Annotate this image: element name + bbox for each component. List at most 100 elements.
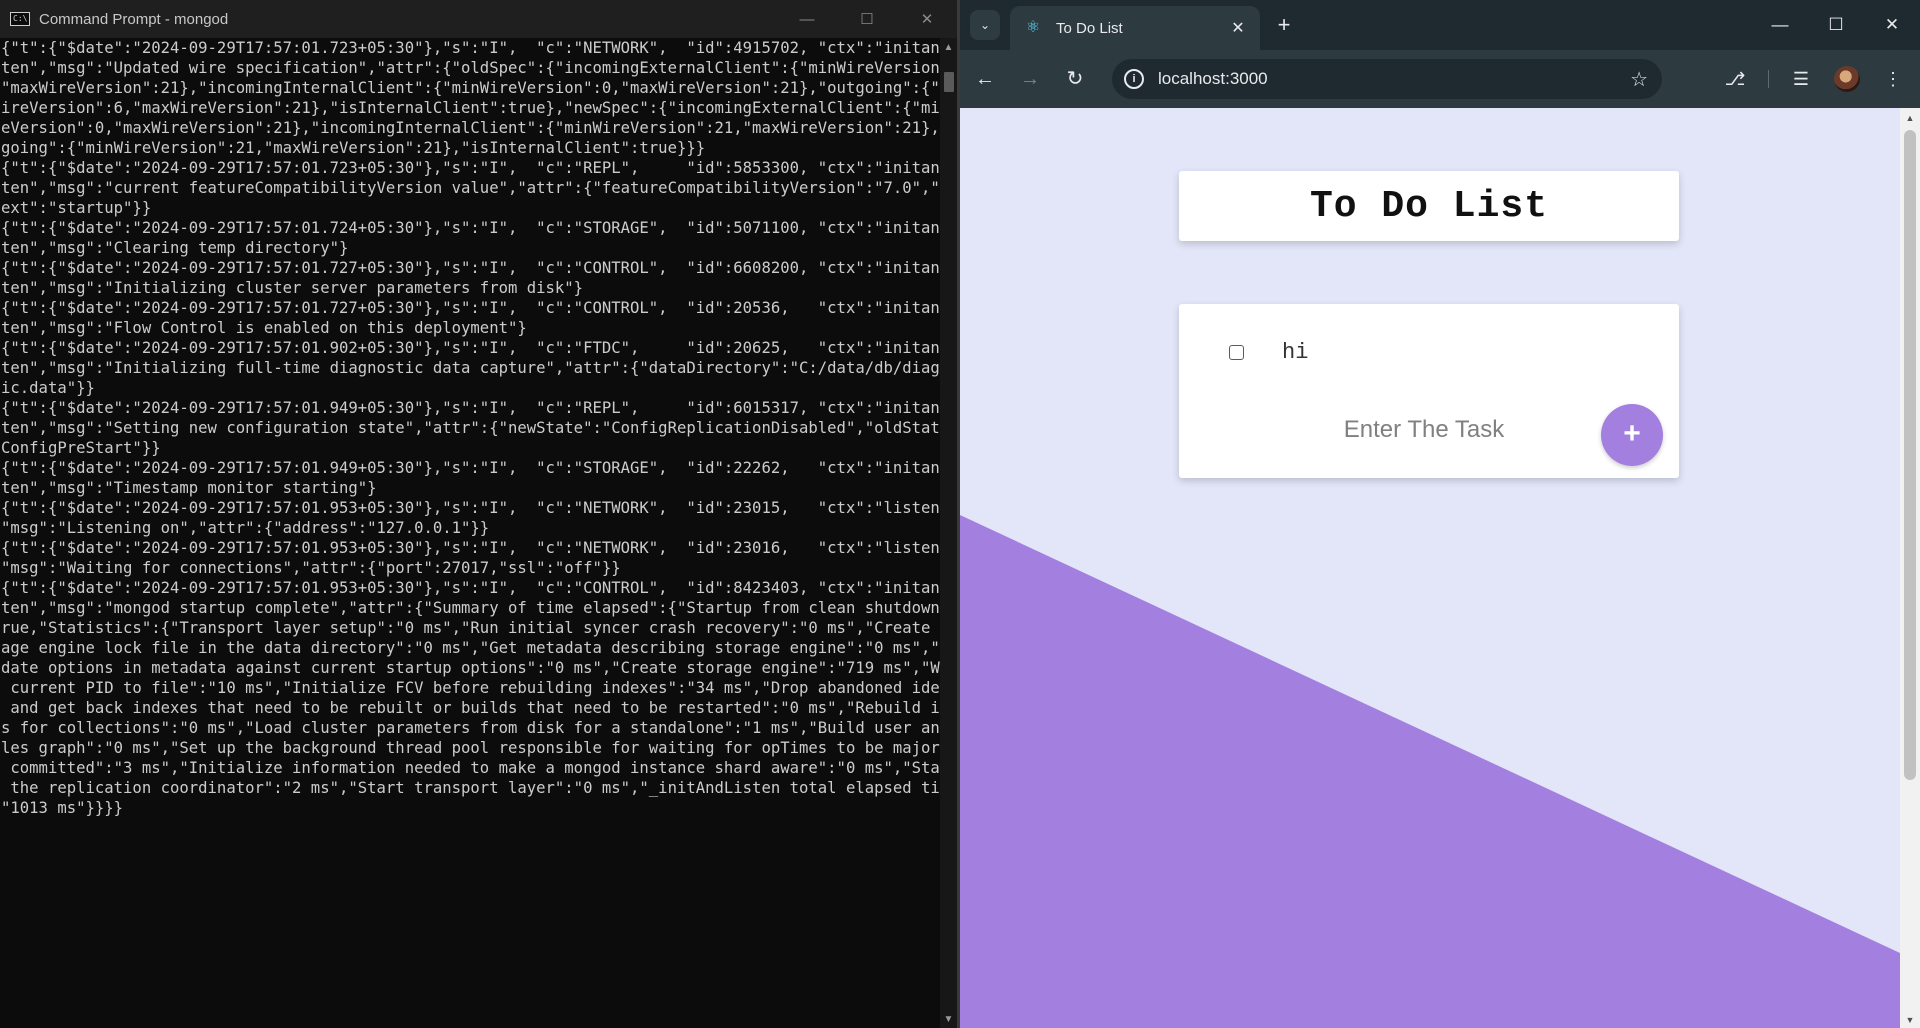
- tab-todo[interactable]: ⚛ To Do List ✕: [1010, 6, 1260, 50]
- browser-window: ⌄ ⚛ To Do List ✕ + — ☐ ✕ ← → ↻ i localho…: [960, 0, 1920, 1028]
- console-line: s for collections":"0 ms","Load cluster …: [1, 719, 978, 737]
- console-line: date options in metadata against current…: [1, 659, 978, 677]
- extensions-icon[interactable]: ⎇: [1722, 66, 1748, 92]
- close-icon: ✕: [920, 11, 934, 28]
- task-card: hi +: [1179, 304, 1679, 478]
- minimize-icon: —: [1771, 15, 1789, 34]
- close-button[interactable]: ✕: [897, 0, 957, 38]
- scroll-up-icon[interactable]: ▲: [940, 40, 957, 56]
- console-line: ten","msg":"Setting new configuration st…: [1, 419, 978, 437]
- browser-close-button[interactable]: ✕: [1864, 0, 1920, 50]
- toolbar-separator: [1768, 70, 1769, 88]
- console-line: committed":"3 ms","Initialize informatio…: [1, 759, 987, 777]
- console-line: ireVersion":6,"maxWireVersion":21},"isIn…: [1, 99, 978, 117]
- menu-icon[interactable]: ⋮: [1880, 66, 1906, 92]
- browser-maximize-button[interactable]: ☐: [1808, 0, 1864, 50]
- back-button[interactable]: ←: [970, 64, 1000, 94]
- console-line: ten","msg":"Initializing full-time diagn…: [1, 359, 978, 377]
- console-line: {"t":{"$date":"2024-09-29T17:57:01.724+0…: [1, 219, 978, 237]
- bookmark-star-icon[interactable]: ☆: [1630, 67, 1648, 92]
- console-line: {"t":{"$date":"2024-09-29T17:57:01.949+0…: [1, 399, 978, 417]
- console-line: {"t":{"$date":"2024-09-29T17:57:01.953+0…: [1, 539, 978, 557]
- page-viewport: To Do List hi +: [960, 108, 1900, 1028]
- console-line: {"t":{"$date":"2024-09-29T17:57:01.727+0…: [1, 299, 978, 317]
- console-line: ten","msg":"Initializing cluster server …: [1, 279, 584, 297]
- forward-button[interactable]: →: [1015, 64, 1045, 94]
- plus-icon: +: [1277, 12, 1291, 37]
- minimize-icon: —: [799, 10, 815, 28]
- profile-avatar[interactable]: [1834, 66, 1860, 92]
- task-input[interactable]: [1299, 409, 1549, 451]
- site-info-icon[interactable]: i: [1124, 69, 1144, 89]
- scroll-down-icon[interactable]: ▼: [1900, 1012, 1920, 1028]
- console-line: ten","msg":"Clearing temp directory"}: [1, 239, 349, 257]
- console-line: ic.data"}}: [1, 379, 95, 397]
- console-line: {"t":{"$date":"2024-09-29T17:57:01.953+0…: [1, 499, 978, 517]
- new-tab-button[interactable]: +: [1270, 12, 1298, 40]
- console-line: current PID to file":"10 ms","Initialize…: [1, 679, 968, 697]
- console-line: ten","msg":"Updated wire specification",…: [1, 59, 978, 77]
- console-line: the replication coordinator":"2 ms","Sta…: [1, 779, 978, 797]
- url-text[interactable]: localhost:3000: [1158, 69, 1630, 89]
- console-icon: C:\: [10, 12, 30, 26]
- console-titlebar[interactable]: C:\ Command Prompt - mongod — ☐ ✕: [0, 0, 957, 38]
- scroll-down-icon[interactable]: ▼: [940, 1012, 957, 1028]
- console-line: ten","msg":"Flow Control is enabled on t…: [1, 319, 527, 337]
- browser-window-controls: — ☐ ✕: [1752, 0, 1920, 50]
- add-task-button[interactable]: +: [1601, 404, 1663, 466]
- console-scrollbar[interactable]: ▲ ▼: [940, 38, 957, 1028]
- reload-button[interactable]: ↻: [1060, 64, 1090, 94]
- console-line: les graph":"0 ms","Set up the background…: [1, 739, 968, 757]
- command-prompt-window: C:\ Command Prompt - mongod — ☐ ✕ {"t":{…: [0, 0, 987, 1028]
- console-line: {"t":{"$date":"2024-09-29T17:57:01.727+0…: [1, 259, 978, 277]
- browser-toolbar: ← → ↻ i localhost:3000 ☆ ⎇ ☰ ⋮: [960, 50, 1920, 108]
- media-controls-icon[interactable]: ☰: [1788, 66, 1814, 92]
- page-scroll-thumb[interactable]: [1904, 130, 1916, 780]
- console-scroll-thumb[interactable]: [944, 72, 954, 92]
- console-line: rue,"Statistics":{"Transport layer setup…: [1, 619, 978, 637]
- console-line: {"t":{"$date":"2024-09-29T17:57:01.949+0…: [1, 459, 978, 477]
- maximize-button[interactable]: ☐: [837, 0, 897, 38]
- console-line: "msg":"Waiting for connections","attr":{…: [1, 559, 621, 577]
- scroll-up-icon[interactable]: ▲: [1900, 110, 1920, 126]
- background-wedge: [960, 515, 1900, 1028]
- heading-card: To Do List: [1179, 171, 1679, 241]
- minimize-button[interactable]: —: [777, 0, 837, 38]
- tab-title: To Do List: [1056, 19, 1123, 37]
- console-line: ten","msg":"current featureCompatibility…: [1, 179, 978, 197]
- console-line: ten","msg":"Timestamp monitor starting"}: [1, 479, 377, 497]
- console-title: Command Prompt - mongod: [39, 10, 229, 28]
- console-line: age engine lock file in the data directo…: [1, 639, 978, 657]
- console-line: ext":"startup"}}: [1, 199, 152, 217]
- console-line: {"t":{"$date":"2024-09-29T17:57:01.723+0…: [1, 39, 978, 57]
- chevron-down-icon: ⌄: [979, 18, 991, 32]
- browser-minimize-button[interactable]: —: [1752, 0, 1808, 50]
- page-scrollbar[interactable]: ▲ ▼: [1900, 108, 1920, 1028]
- maximize-icon: ☐: [860, 11, 874, 28]
- console-line: and get back indexes that need to be reb…: [1, 699, 987, 717]
- console-line: {"t":{"$date":"2024-09-29T17:57:01.902+0…: [1, 339, 978, 357]
- close-icon: ✕: [1884, 15, 1900, 34]
- tab-strip: ⌄ ⚛ To Do List ✕ + — ☐ ✕: [960, 0, 1920, 50]
- console-output[interactable]: {"t":{"$date":"2024-09-29T17:57:01.723+0…: [0, 38, 987, 1028]
- forward-arrow-icon: →: [1020, 68, 1040, 90]
- console-line: ConfigPreStart"}}: [1, 439, 161, 457]
- console-window-controls: — ☐ ✕: [777, 0, 957, 38]
- page-title: To Do List: [1309, 184, 1549, 228]
- console-line: ten","msg":"mongod startup complete","at…: [1, 599, 978, 617]
- console-line: "msg":"Listening on","attr":{"address":"…: [1, 519, 490, 537]
- tab-close-icon[interactable]: ✕: [1228, 18, 1248, 38]
- console-line: going":{"minWireVersion":21,"maxWireVers…: [1, 139, 706, 157]
- task-text: hi: [1282, 340, 1309, 365]
- react-icon: ⚛: [1025, 19, 1041, 36]
- address-bar[interactable]: i localhost:3000 ☆: [1112, 59, 1662, 99]
- task-item: hi: [1229, 340, 1308, 365]
- back-arrow-icon: ←: [975, 68, 995, 90]
- console-line: {"t":{"$date":"2024-09-29T17:57:01.723+0…: [1, 159, 978, 177]
- maximize-icon: ☐: [1828, 15, 1844, 34]
- console-line: eVersion":0,"maxWireVersion":21},"incomi…: [1, 119, 978, 137]
- reload-icon: ↻: [1066, 68, 1084, 90]
- tab-search-button[interactable]: ⌄: [970, 10, 1000, 40]
- task-checkbox[interactable]: [1229, 345, 1244, 360]
- console-line: {"t":{"$date":"2024-09-29T17:57:01.953+0…: [1, 579, 978, 597]
